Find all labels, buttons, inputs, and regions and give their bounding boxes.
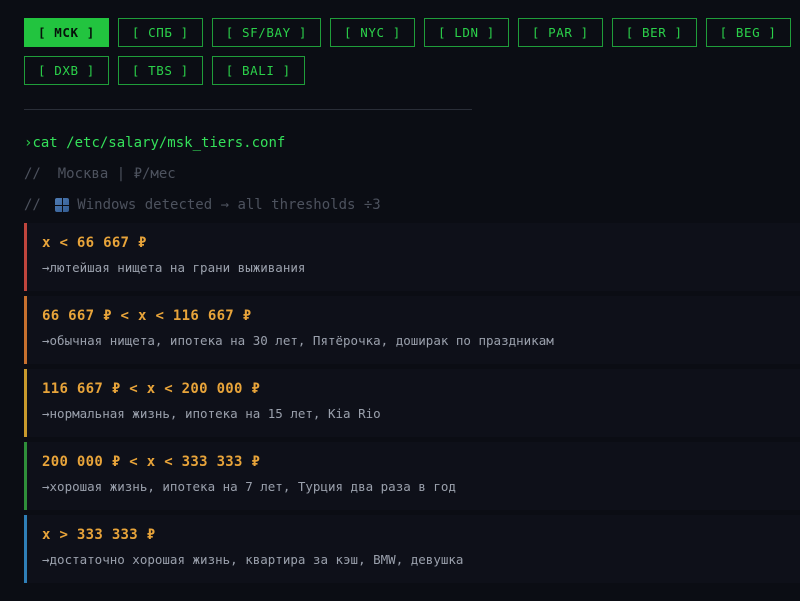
- city-tab-nyc[interactable]: [ NYC ]: [330, 18, 415, 47]
- city-tab-beg[interactable]: [ BEG ]: [705, 18, 791, 47]
- tier-threshold: 200 000 ₽ < x < 333 333 ₽: [42, 454, 261, 470]
- city-tab-sf-bay[interactable]: [ SF/BAY ]: [211, 18, 322, 47]
- prompt-icon: ›: [24, 135, 33, 151]
- tier-description: →обычная нищета, ипотека на 30 лет, Пятё…: [42, 333, 554, 348]
- city-tabs-row-2: [ DXB ] [ TBS ] [ BALI ]: [24, 56, 305, 85]
- tier-card: 66 667 ₽ < x < 116 667 ₽ →обычная нищета…: [24, 296, 800, 364]
- tier-description: →хорошая жизнь, ипотека на 7 лет, Турция…: [42, 479, 456, 494]
- city-tab-bali[interactable]: [ BALI ]: [211, 56, 305, 85]
- tier-description: →нормальная жизнь, ипотека на 15 лет, Ki…: [42, 406, 381, 421]
- comment-windows: // Windows detected → all thresholds ÷3: [24, 197, 381, 213]
- tier-card: 116 667 ₽ < x < 200 000 ₽ →нормальная жи…: [24, 369, 800, 437]
- tier-card: x < 66 667 ₽ →лютейшая нищета на грани в…: [24, 223, 800, 291]
- comment-city: // Москва | ₽/мес: [24, 166, 176, 182]
- city-tab-spb[interactable]: [ СПБ ]: [117, 18, 203, 47]
- city-tab-msk[interactable]: [ MCK ]: [24, 18, 109, 47]
- windows-icon: [55, 198, 70, 212]
- city-tab-par[interactable]: [ PAR ]: [517, 18, 603, 47]
- tier-threshold: 66 667 ₽ < x < 116 667 ₽: [42, 308, 252, 324]
- city-tab-dxb[interactable]: [ DXB ]: [24, 56, 109, 85]
- comment-windows-prefix: //: [24, 197, 50, 213]
- tier-threshold: x < 66 667 ₽: [42, 235, 147, 251]
- command-text: cat /etc/salary/msk_tiers.conf: [32, 135, 286, 151]
- tier-card: x > 333 333 ₽ →достаточно хорошая жизнь,…: [24, 515, 800, 583]
- comment-windows-text: Windows detected → all thresholds ÷3: [77, 197, 381, 213]
- city-tab-ber[interactable]: [ BER ]: [611, 18, 697, 47]
- tier-description: →достаточно хорошая жизнь, квартира за к…: [42, 552, 464, 567]
- city-tab-ldn[interactable]: [ LDN ]: [423, 18, 509, 47]
- command-line: › cat /etc/salary/msk_tiers.conf: [24, 135, 285, 151]
- tier-threshold: x > 333 333 ₽: [42, 527, 156, 543]
- tier-threshold: 116 667 ₽ < x < 200 000 ₽: [42, 381, 261, 397]
- tier-card: 200 000 ₽ < x < 333 333 ₽ →хорошая жизнь…: [24, 442, 800, 510]
- divider: [24, 109, 472, 110]
- city-tabs-row-1: [ MCK ] [ СПБ ] [ SF/BAY ] [ NYC ] [ LDN…: [24, 18, 791, 47]
- salary-tiers-list: x < 66 667 ₽ →лютейшая нищета на грани в…: [24, 223, 800, 588]
- city-tab-tbs[interactable]: [ TBS ]: [117, 56, 203, 85]
- tier-description: →лютейшая нищета на грани выживания: [42, 260, 306, 275]
